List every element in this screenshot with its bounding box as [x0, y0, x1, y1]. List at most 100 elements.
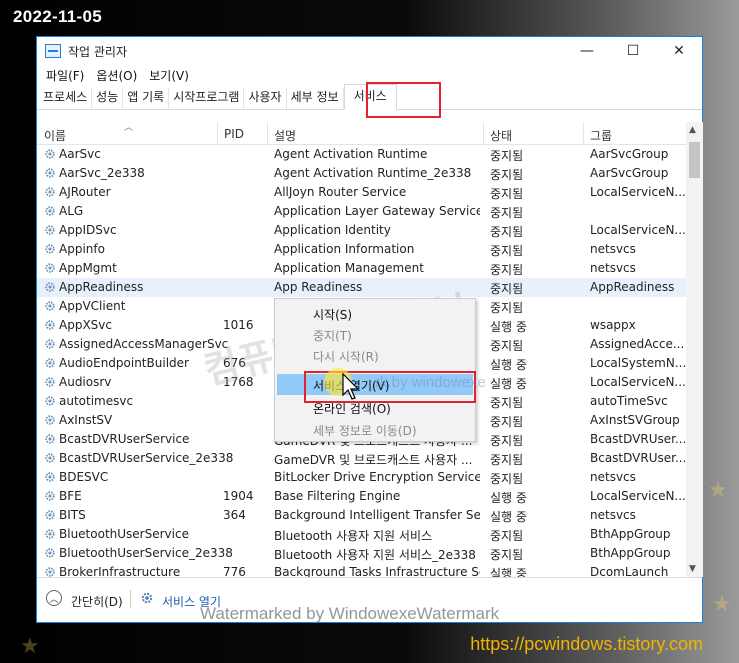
service-group: LocalSystemN...: [590, 356, 685, 370]
column-status[interactable]: 상태: [490, 127, 512, 144]
service-name: Appinfo: [59, 242, 105, 256]
service-status: 실행 중: [490, 377, 527, 391]
tab-startup[interactable]: 시작프로그램: [169, 88, 245, 109]
service-group: AppReadiness: [590, 280, 675, 294]
service-group: wsappx: [590, 318, 636, 332]
service-status: 중지됨: [490, 206, 524, 220]
tab-details[interactable]: 세부 정보: [287, 88, 344, 109]
service-description: Bluetooth 사용자 지원 서비스_2e338: [274, 548, 476, 562]
menu-view[interactable]: 보기(V): [143, 67, 195, 84]
tab-performance[interactable]: 성능: [92, 88, 124, 109]
service-status: 중지됨: [490, 434, 524, 448]
service-name: AppMgmt: [59, 261, 117, 275]
gear-icon: [45, 415, 55, 425]
service-description: Application Management: [274, 261, 424, 275]
gear-icon: [45, 282, 55, 292]
service-name: autotimesvc: [59, 394, 134, 408]
service-group: LocalServiceN...: [590, 223, 685, 237]
gear-icon: [45, 339, 55, 349]
menu-options[interactable]: 옵션(O): [90, 67, 143, 84]
gear-icon: [45, 187, 55, 197]
table-row[interactable]: AarSvc Agent Activation Runtime 중지됨 AarSvcG…: [37, 145, 703, 164]
star-decoration: ★: [20, 634, 40, 659]
mouse-cursor-icon: [342, 373, 360, 400]
column-pid[interactable]: PID: [224, 127, 244, 141]
table-row[interactable]: BcastDVRUserService_2e338 GameDVR 및 브로드캐스…: [37, 449, 703, 468]
task-manager-icon: [45, 44, 61, 58]
service-description: Application Identity: [274, 223, 391, 237]
table-row[interactable]: BDESVC BitLocker Drive Encryption Service…: [37, 468, 703, 487]
service-status: 중지됨: [490, 529, 524, 543]
service-name: BluetoothUserService_2e338: [59, 546, 233, 560]
menu-stop[interactable]: 중지(T): [277, 324, 473, 345]
table-row[interactable]: BluetoothUserService_2e338 Bluetooth 사용자 …: [37, 544, 703, 563]
table-row[interactable]: BluetoothUserService Bluetooth 사용자 지원 서비스…: [37, 525, 703, 544]
gear-icon: [45, 206, 55, 216]
minimize-button[interactable]: —: [564, 37, 610, 65]
gear-icon: [45, 510, 55, 520]
service-status: 중지됨: [490, 472, 524, 486]
service-name: BluetoothUserService: [59, 527, 189, 541]
menu-start[interactable]: 시작(S): [277, 303, 473, 324]
site-url: https://pcwindows.tistory.com: [470, 634, 703, 654]
watermark-mid: rk by windowexe: [375, 374, 486, 391]
service-pid: 1904: [223, 489, 254, 503]
column-name[interactable]: 이름: [44, 127, 66, 144]
service-group: autoTimeSvc: [590, 394, 668, 408]
menu-go-to-details[interactable]: 세부 정보로 이동(D): [277, 419, 473, 440]
service-name: BDESVC: [59, 470, 109, 484]
table-row[interactable]: AppReadiness App Readiness 중지됨 AppReadiness: [37, 278, 703, 297]
service-description: BitLocker Drive Encryption Service: [274, 470, 480, 484]
service-description: Agent Activation Runtime_2e338: [274, 166, 472, 180]
service-group: BcastDVRUser...: [590, 451, 685, 465]
service-group: netsvcs: [590, 242, 636, 256]
gear-icon: [45, 320, 55, 330]
footer-divider: [130, 590, 131, 608]
table-row[interactable]: AppIDSvc Application Identity 중지됨 LocalServ…: [37, 221, 703, 240]
service-name: BcastDVRUserService: [59, 432, 190, 446]
table-header: ︿ 이름 PID 설명 상태 그룹: [37, 122, 703, 145]
service-name: AppIDSvc: [59, 223, 117, 237]
service-status: 중지됨: [490, 168, 524, 182]
service-status: 실행 중: [490, 510, 527, 524]
service-status: 중지됨: [490, 149, 524, 163]
column-description[interactable]: 설명: [274, 127, 296, 144]
maximize-button[interactable]: ☐: [610, 37, 656, 65]
chevron-up-icon[interactable]: ︿: [46, 590, 62, 606]
column-group[interactable]: 그룹: [590, 127, 612, 144]
service-status: 실행 중: [490, 320, 527, 334]
table-row[interactable]: AppMgmt Application Management 중지됨 netsvcs: [37, 259, 703, 278]
tab-processes[interactable]: 프로세스: [39, 88, 93, 109]
scroll-up-icon[interactable]: ▲: [689, 125, 696, 135]
star-decoration: ★: [712, 592, 732, 617]
scroll-down-icon[interactable]: ▼: [689, 564, 696, 574]
table-row[interactable]: BFE 1904 Base Filtering Engine 실행 중 LocalSer…: [37, 487, 703, 506]
gear-icon: [45, 358, 55, 368]
table-row[interactable]: ALG Application Layer Gateway Service 중지됨: [37, 202, 703, 221]
service-name: AppXSvc: [59, 318, 112, 332]
service-group: netsvcs: [590, 508, 636, 522]
service-group: AarSvcGroup: [590, 147, 669, 161]
table-row[interactable]: AJRouter AllJoyn Router Service 중지됨 LocalSe…: [37, 183, 703, 202]
title-bar[interactable]: 작업 관리자 — ☐ ✕: [37, 37, 702, 65]
service-description: GameDVR 및 브로드캐스트 사용자 ...: [274, 453, 473, 467]
table-row[interactable]: BrokerInfrastructure 776 Background Tasks …: [37, 563, 703, 577]
service-group: BthAppGroup: [590, 527, 671, 541]
table-row[interactable]: Appinfo Application Information 중지됨 netsvcs: [37, 240, 703, 259]
tab-app-history[interactable]: 앱 기록: [123, 88, 170, 109]
tab-users[interactable]: 사용자: [244, 88, 287, 109]
table-row[interactable]: BITS 364 Background Intelligent Transfer S…: [37, 506, 703, 525]
close-button[interactable]: ✕: [656, 37, 702, 65]
menu-file[interactable]: 파일(F): [40, 67, 90, 84]
table-row[interactable]: AarSvc_2e338 Agent Activation Runtime_2e3…: [37, 164, 703, 183]
menu-restart[interactable]: 다시 시작(R): [277, 345, 473, 366]
service-status: 실행 중: [490, 491, 527, 505]
collapse-button[interactable]: 간단히(D): [71, 593, 123, 610]
service-status: 실행 중: [490, 567, 527, 577]
service-status: 중지됨: [490, 396, 524, 410]
vertical-scrollbar[interactable]: ▲ ▼: [686, 122, 703, 577]
service-status: 중지됨: [490, 187, 524, 201]
scroll-thumb[interactable]: [689, 142, 700, 178]
service-description: Background Tasks Infrastructure Ser...: [274, 565, 480, 577]
service-group: netsvcs: [590, 470, 636, 484]
